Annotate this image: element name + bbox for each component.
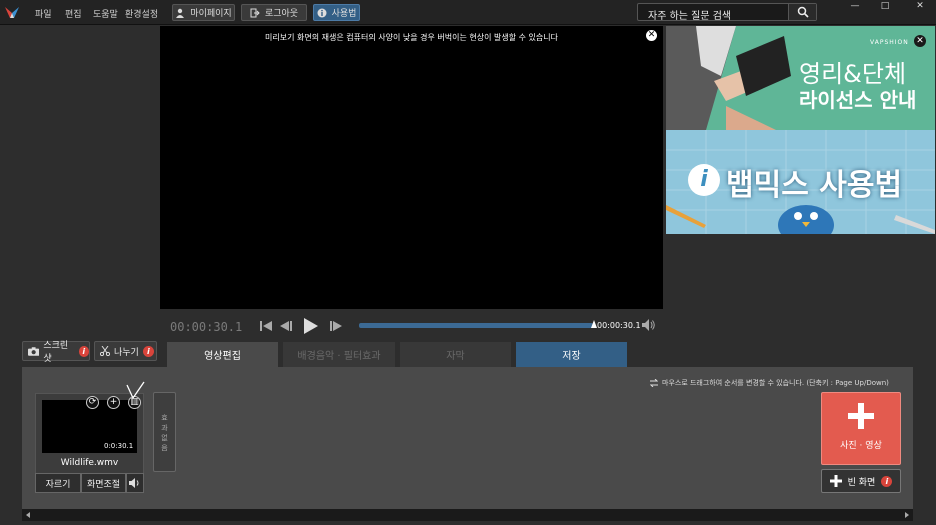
businessman-illustration: [666, 26, 791, 130]
skip-start-icon: [260, 321, 272, 331]
video-preview[interactable]: 미리보기 화면의 재생은 컴퓨터의 사양이 낮을 경우 버벅이는 현상이 발생할…: [160, 26, 663, 309]
blank-label: 빈 화면: [847, 477, 876, 488]
handwritten-check-mark: [126, 381, 145, 399]
clip-add-icon[interactable]: +: [107, 396, 120, 409]
maximize-button[interactable]: □: [870, 0, 900, 12]
split-info-icon[interactable]: i: [142, 345, 154, 357]
skip-start-button[interactable]: [257, 318, 275, 334]
reorder-hint-text: 마우스로 드래그하여 순서를 변경할 수 있습니다. (단축키 : Page U…: [662, 379, 889, 387]
scissors-icon: [100, 346, 110, 356]
current-time: 00:00:30.1: [170, 320, 243, 334]
tab-video-edit[interactable]: 영상편집: [167, 342, 278, 367]
step-back-button[interactable]: [277, 318, 295, 334]
clip-adjust-button[interactable]: 화면조절: [81, 473, 126, 493]
ad-info-icon: i: [688, 164, 720, 196]
howto-label: 사용법: [331, 9, 357, 19]
clip-speed-icon[interactable]: ⟳: [86, 396, 99, 409]
scroll-right-icon[interactable]: [905, 512, 909, 518]
step-back-icon: [280, 321, 292, 331]
tab-save[interactable]: 저장: [516, 342, 627, 367]
preview-notice-close-icon[interactable]: ✕: [646, 30, 657, 41]
playback-progress-bar[interactable]: [359, 323, 593, 328]
screenshot-info-icon[interactable]: i: [78, 345, 89, 357]
clip-cut-button[interactable]: 자르기: [35, 473, 81, 493]
app-window: 파일 편집 도움말 환경설정 마이페이지 로그아웃 사용법 자주 하는 질문 검…: [0, 0, 936, 525]
close-icon: ✕: [916, 1, 924, 11]
minimize-button[interactable]: —: [840, 0, 870, 12]
title-bar: 파일 편집 도움말 환경설정 마이페이지 로그아웃 사용법 자주 하는 질문 검…: [0, 0, 936, 25]
ad-title-line2: 라이선스 안내: [799, 88, 917, 112]
search-value: 자주 하는 질문 검색: [648, 11, 732, 22]
tab-music-filter[interactable]: 배경음악 · 필터효과: [283, 342, 395, 367]
blank-info-icon[interactable]: i: [881, 475, 893, 487]
clip-volume-button[interactable]: [126, 473, 144, 493]
howto-ad-banner[interactable]: i 뱁믹스 사용법: [666, 130, 935, 234]
mypage-button[interactable]: 마이페이지: [172, 4, 235, 21]
timeline-scrollbar[interactable]: [22, 509, 913, 521]
scroll-left-icon[interactable]: [26, 512, 30, 518]
menu-settings[interactable]: 환경설정: [125, 7, 158, 20]
play-button[interactable]: [302, 318, 320, 334]
preview-notice: 미리보기 화면의 재생은 컴퓨터의 사양이 낮을 경우 버벅이는 현상이 발생할…: [265, 33, 558, 42]
end-time: 00:00:30.1: [597, 321, 641, 330]
step-forward-button[interactable]: [327, 318, 345, 334]
logout-button[interactable]: 로그아웃: [241, 4, 307, 21]
swap-icon: [650, 379, 658, 387]
play-icon: [304, 318, 318, 334]
split-button[interactable]: 나누기 i: [94, 341, 157, 361]
reorder-hint: 마우스로 드래그하여 순서를 변경할 수 있습니다. (단축키 : Page U…: [650, 378, 889, 388]
user-icon: [176, 8, 185, 18]
minimize-icon: —: [850, 1, 860, 11]
clip-volume-icon: [129, 478, 139, 488]
plus-icon: [848, 403, 874, 429]
screenshot-button[interactable]: 스크린샷 i: [22, 341, 90, 364]
ad-howto-title: 뱁믹스 사용법: [726, 168, 903, 203]
close-window-button[interactable]: ✕: [905, 0, 935, 12]
blank-plus-icon: [829, 475, 842, 487]
search-button[interactable]: [788, 4, 816, 20]
clip-duration: 0:0:30.1: [104, 442, 134, 450]
info-icon: [317, 8, 327, 17]
clip-filename: Wildlife.wmv: [60, 458, 119, 468]
volume-icon[interactable]: [642, 319, 656, 331]
license-ad-banner[interactable]: VAPSHION 영리&단체 라이선스 안내 ✕: [666, 26, 935, 130]
logout-icon: [250, 8, 260, 17]
split-label: 나누기: [114, 347, 139, 358]
camera-icon: [28, 346, 40, 356]
faq-search-input[interactable]: 자주 하는 질문 검색: [637, 3, 817, 22]
menu-edit[interactable]: 편집: [65, 7, 82, 20]
blank-screen-button[interactable]: 빈 화면 i: [821, 469, 901, 493]
menu-file[interactable]: 파일: [35, 7, 52, 20]
screenshot-label: 스크린샷: [43, 341, 69, 364]
mypage-label: 마이페이지: [190, 9, 232, 19]
add-media-label: 사진 · 영상: [840, 441, 882, 451]
tab-subtitle[interactable]: 자막: [400, 342, 511, 367]
ad-close-icon[interactable]: ✕: [914, 35, 926, 47]
search-icon: [797, 6, 809, 18]
menu-help[interactable]: 도움말: [93, 7, 118, 20]
effect-label: 효과없음: [161, 414, 168, 452]
howto-button[interactable]: 사용법: [313, 4, 360, 21]
ad-brand: VAPSHION: [870, 39, 909, 46]
app-logo-icon: [5, 7, 19, 18]
step-forward-icon: [330, 321, 342, 331]
maximize-icon: □: [880, 1, 890, 11]
logout-label: 로그아웃: [264, 9, 299, 19]
